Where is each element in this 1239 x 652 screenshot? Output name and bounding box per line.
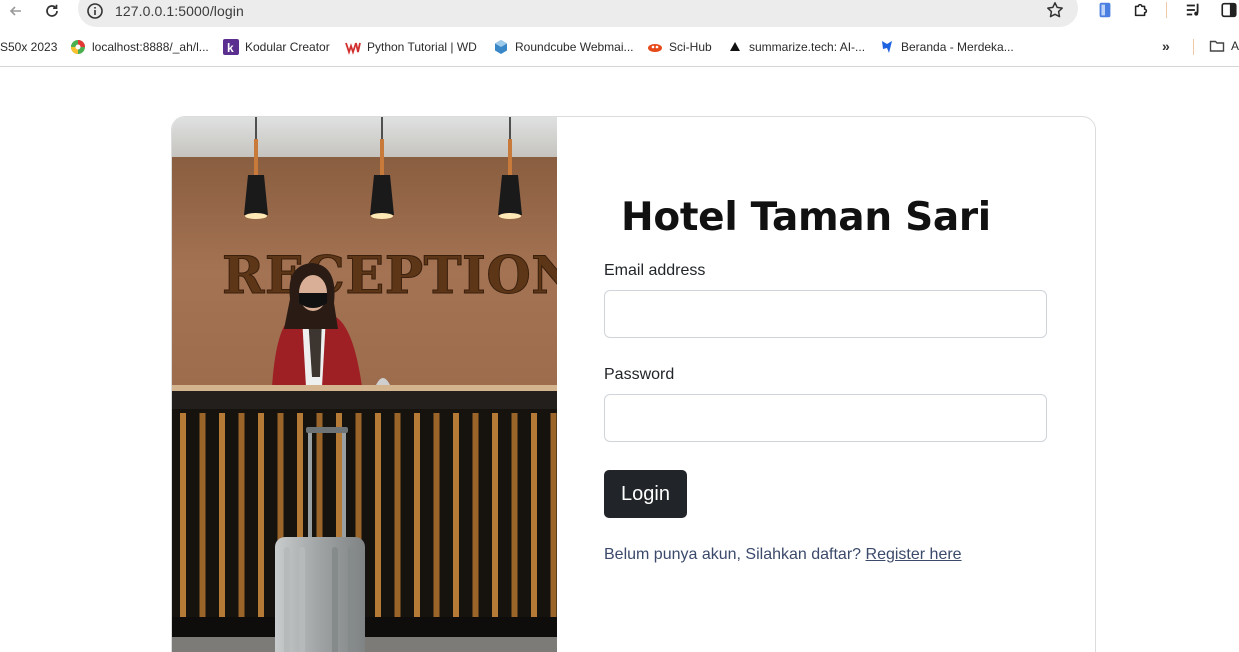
register-prompt: Belum punya akun, Silahkan daftar? Regis… — [604, 546, 962, 564]
svg-text:k: k — [227, 41, 234, 55]
url-text[interactable]: 127.0.0.1:5000/login — [115, 3, 244, 19]
login-card: RECEPTION Hotel Taman Sari Email address… — [171, 116, 1096, 652]
side-panel-icon[interactable] — [1219, 0, 1239, 20]
counter-slat — [199, 413, 206, 617]
bookmark-star-icon[interactable] — [1046, 1, 1064, 19]
bookmark-item[interactable]: Sci-Hub — [647, 38, 712, 56]
reload-icon[interactable] — [41, 0, 63, 22]
page-title: Hotel Taman Sari — [621, 195, 991, 240]
puzzle-icon[interactable] — [1131, 0, 1151, 20]
bookmark-item[interactable]: Python Tutorial | WD — [345, 38, 477, 56]
back-arrow-icon[interactable] — [5, 0, 27, 22]
bookmark-label: Kodular Creator — [245, 40, 330, 54]
bookmark-item[interactable]: S50x 2023 — [0, 38, 57, 56]
counter-slat — [375, 413, 381, 617]
bookmark-label: Python Tutorial | WD — [367, 40, 477, 54]
counter-slat — [414, 413, 420, 617]
counter-slat — [492, 413, 498, 617]
reception-sign: RECEPTION — [222, 246, 557, 306]
login-button[interactable]: Login — [604, 470, 687, 518]
bookmark-item[interactable]: k Kodular Creator — [223, 38, 330, 56]
bookmark-label: summarize.tech: AI-... — [749, 40, 866, 54]
bookmark-item[interactable]: summarize.tech: AI-... — [727, 38, 865, 56]
password-field[interactable] — [604, 394, 1047, 442]
counter-slat — [550, 413, 557, 617]
reading-list-icon[interactable] — [1184, 0, 1204, 20]
counter-slat — [453, 413, 459, 617]
google-app-engine-icon — [70, 39, 86, 55]
bookmarks-bar: S50x 2023 localhost:8888/_ah/l... k Kodu… — [0, 27, 1239, 67]
sci-hub-icon — [647, 39, 663, 55]
address-bar[interactable]: 127.0.0.1:5000/login — [78, 0, 1078, 27]
email-label: Email address — [604, 262, 706, 279]
counter-slat — [472, 413, 479, 617]
bookmark-label: S50x 2023 — [0, 40, 58, 54]
bookmark-folder[interactable]: A — [1209, 38, 1239, 54]
triangle-icon — [727, 39, 743, 55]
merdeka-icon — [879, 39, 895, 55]
folder-icon — [1209, 40, 1225, 52]
bookmark-folder-label: A — [1231, 39, 1239, 53]
kodular-icon: k — [223, 39, 239, 55]
counter-slat — [531, 413, 537, 617]
more-bookmarks-icon[interactable]: » — [1162, 38, 1170, 54]
toolbar-divider — [1166, 2, 1167, 18]
extension-icon[interactable] — [1095, 0, 1115, 20]
email-field[interactable] — [604, 290, 1047, 338]
bookmark-label: localhost:8888/_ah/l... — [92, 40, 209, 54]
bookmark-label: Sci-Hub — [669, 40, 712, 54]
roundcube-icon — [493, 39, 509, 55]
wd-icon — [345, 39, 361, 55]
bookmark-label: Roundcube Webmai... — [515, 40, 634, 54]
register-link[interactable]: Register here — [866, 546, 962, 563]
site-info-icon[interactable] — [86, 2, 104, 20]
bookmark-item[interactable]: localhost:8888/_ah/l... — [70, 38, 209, 56]
browser-toolbar: 127.0.0.1:5000/login — [0, 0, 1239, 27]
bookmarks-divider — [1193, 39, 1194, 55]
counter-slat — [433, 413, 440, 617]
bookmark-label: Beranda - Merdeka... — [901, 40, 1014, 54]
password-label: Password — [604, 366, 675, 383]
counter-slat — [219, 413, 225, 617]
counter-slat — [258, 413, 264, 617]
bookmark-item[interactable]: Beranda - Merdeka... — [879, 38, 1014, 56]
counter-slat — [394, 413, 401, 617]
counter-slat — [511, 413, 518, 617]
bookmark-item[interactable]: Roundcube Webmai... — [493, 38, 634, 56]
counter-slat — [238, 413, 245, 617]
counter-slat — [180, 413, 186, 617]
register-text: Belum punya akun, Silahkan daftar? — [604, 546, 862, 563]
reception-photo: RECEPTION — [172, 117, 557, 652]
